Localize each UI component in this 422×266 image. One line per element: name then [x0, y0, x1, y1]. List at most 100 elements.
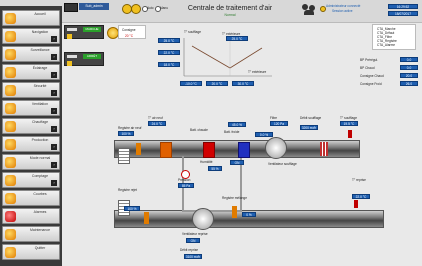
- sidebar-item-maintenance[interactable]: Maintenance: [2, 226, 60, 242]
- sidebar-item-eclairage[interactable]: Éclairage ›: [2, 64, 60, 80]
- sidebar-item-label: Production: [31, 138, 49, 142]
- fan-icon: [5, 103, 16, 114]
- sidebar-item-securite[interactable]: Sécurité ›: [2, 82, 60, 98]
- synoptic-value: 19.5 °C: [340, 121, 358, 126]
- extract-fan-icon[interactable]: [192, 208, 214, 230]
- curve-icon: [5, 193, 16, 204]
- synoptic-value: 120 Pa: [270, 121, 288, 126]
- param-label: Consigne Chaud: [360, 74, 384, 78]
- synoptic-value: ON: [230, 160, 244, 165]
- synoptic-label: Registre mélange: [222, 196, 247, 200]
- sidebar-item-production[interactable]: Production ›: [2, 136, 60, 152]
- page-title: Centrale de traitement d'air: [187, 5, 273, 12]
- sidebar-item-accueil[interactable]: Accueil: [2, 10, 60, 26]
- param-value[interactable]: 0.0: [400, 65, 418, 70]
- param-value[interactable]: 0.0: [400, 57, 418, 62]
- sensor-icon: [354, 200, 358, 208]
- synoptic-label: Registre air neuf: [118, 126, 142, 130]
- radio-manu-label: Manu: [160, 6, 168, 10]
- chevron-right-icon[interactable]: ›: [51, 90, 57, 96]
- chevron-right-icon[interactable]: ›: [51, 36, 57, 42]
- exit-icon: [5, 247, 16, 258]
- status-badge: ARRÊT: [83, 54, 101, 59]
- graph-value: 22.0 °C: [158, 50, 180, 55]
- param-label: BP Prérégul.: [360, 58, 379, 62]
- graph-value: 25.0 °C: [226, 36, 248, 41]
- chevron-right-icon[interactable]: ›: [51, 108, 57, 114]
- lightning-icon: [67, 34, 72, 39]
- synoptic-label: Débit reprise: [180, 248, 199, 252]
- sidebar-item-chauffage[interactable]: Chauffage ›: [2, 118, 60, 134]
- damper-icon[interactable]: [136, 143, 141, 155]
- synoptic-value: 100 %: [124, 206, 140, 211]
- lightning-icon: [67, 61, 72, 66]
- heating-coil-icon[interactable]: [160, 142, 172, 158]
- synoptic-label: T° air neuf: [148, 116, 163, 120]
- louver-icon: [118, 148, 130, 164]
- sidebar: Accueil Navigation › Surveillance › Écla…: [0, 6, 62, 266]
- synoptic-value: 45.0 %: [228, 122, 246, 127]
- synoptic-value: 3100 m³/h: [184, 254, 202, 259]
- sidebar-item-ventilation[interactable]: Ventilation ›: [2, 100, 60, 116]
- heating-battery-icon[interactable]: [203, 142, 215, 158]
- sun-icon[interactable]: [131, 4, 141, 14]
- law-graph: T° soufflage T° extérieure 25.0 °C 22.0 …: [158, 30, 276, 88]
- light-icon: [5, 67, 16, 78]
- synoptic-label: Pression: [178, 178, 191, 182]
- heat-icon: [5, 121, 16, 132]
- shield-icon: [5, 85, 16, 96]
- synoptic-value: 55 %: [208, 166, 222, 171]
- sidebar-item-alarmes[interactable]: Alarmes: [2, 208, 60, 224]
- synoptic-value: 0 %: [242, 212, 256, 217]
- synoptic-value: ON: [186, 238, 200, 243]
- param-label: Consigne Froid: [360, 82, 382, 86]
- graph-label-left: T° soufflage: [184, 30, 201, 34]
- user-badge[interactable]: Sub_admin: [79, 3, 109, 10]
- chevron-right-icon[interactable]: ›: [51, 54, 57, 60]
- chevron-right-icon[interactable]: ›: [51, 72, 57, 78]
- setpoint-label: Consigne: [122, 28, 136, 32]
- users-icon[interactable]: [302, 4, 316, 16]
- sidebar-item-navigation[interactable]: Navigation ›: [2, 28, 60, 44]
- graph-value: 18.0 °C: [158, 62, 180, 67]
- synoptic-label: Débit soufflage: [300, 116, 322, 120]
- cooling-battery-icon[interactable]: [238, 142, 250, 158]
- sidebar-item-quitter[interactable]: Quitter: [2, 244, 60, 260]
- status-box-2[interactable]: ARRÊT: [64, 52, 104, 66]
- sidebar-item-label: Quitter: [34, 246, 46, 250]
- param-value[interactable]: 20.0: [400, 73, 418, 78]
- damper-icon[interactable]: [144, 212, 149, 224]
- legend-panel: CTA_Marche CTA_Défaut CTA_Filtre CTA_Reg…: [372, 24, 416, 50]
- sidebar-item-label: Mode normal: [29, 156, 51, 160]
- status-box-1[interactable]: MARCHE: [64, 25, 104, 39]
- chevron-right-icon[interactable]: ›: [51, 126, 57, 132]
- sidebar-item-label: Alarmes: [33, 210, 47, 214]
- sensor-icon: [348, 130, 352, 138]
- synoptic-value: 100 %: [118, 131, 134, 136]
- supply-fan-icon[interactable]: [265, 137, 287, 159]
- radio-auto-label: Auto: [147, 6, 154, 10]
- synoptic-label: Batt. chaude: [190, 128, 208, 132]
- setpoint-value: 20 °C: [125, 34, 134, 38]
- sidebar-item-courbes[interactable]: Courbes: [2, 190, 60, 206]
- synoptic-value: 3200 m³/h: [300, 125, 318, 130]
- sidebar-item-comptage[interactable]: Comptage ›: [2, 172, 60, 188]
- param-value[interactable]: 26.0: [400, 81, 418, 86]
- synoptic-label: Ventilateur reprise: [182, 232, 208, 236]
- mixing-damper-icon[interactable]: [232, 206, 237, 218]
- time-value: 16:29:52: [388, 4, 418, 9]
- tools-icon: [5, 229, 16, 240]
- chevron-right-icon[interactable]: ›: [51, 180, 57, 186]
- sidebar-item-mode-normal[interactable]: Mode normal ›: [2, 154, 60, 170]
- sidebar-item-surveillance[interactable]: Surveillance ›: [2, 46, 60, 62]
- page-subtitle: Normal: [224, 13, 236, 17]
- graph-x-label: T° extérieure: [248, 70, 267, 74]
- synoptic-label: Ventilateur soufflage: [268, 162, 297, 166]
- synoptic-label: Filtre: [270, 116, 278, 120]
- synoptic-label: T° reprise: [352, 178, 366, 182]
- chevron-right-icon[interactable]: ›: [51, 144, 57, 150]
- sidebar-item-label: Accueil: [34, 12, 46, 16]
- folder-icon[interactable]: [64, 3, 78, 12]
- sidebar-item-label: Courbes: [33, 192, 47, 196]
- chevron-right-icon[interactable]: ›: [51, 162, 57, 168]
